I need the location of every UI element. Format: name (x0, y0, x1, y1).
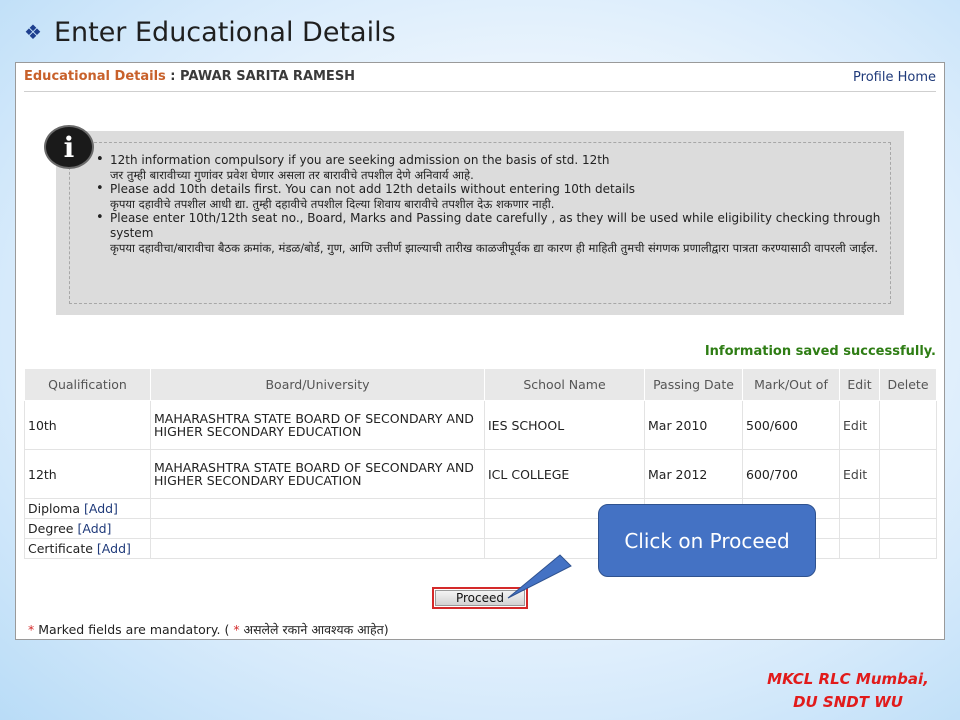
col-header-edit: Edit (839, 368, 880, 401)
info-text-mr: कृपया दहावीचा/बारावीचा बैठक क्रमांक, मंड… (110, 240, 879, 255)
col-header-school: School Name (484, 368, 645, 401)
info-text-en: Please enter 10th/12th seat no., Board, … (110, 211, 881, 240)
proceed-highlight: Proceed (432, 587, 528, 609)
cell-school: IES SCHOOL (484, 400, 645, 450)
success-message: Information saved successfully. (704, 344, 936, 359)
cell-delete (879, 400, 937, 450)
info-text-mr: जर तुम्ही बारावीच्या गुणांवर प्रवेश घेणा… (110, 167, 474, 182)
page-heading: Educational Details : PAWAR SARITA RAMES… (24, 69, 355, 84)
col-header-passing-date: Passing Date (644, 368, 743, 401)
add-row-label: Certificate (28, 541, 93, 556)
info-item: 12th information compulsory if you are s… (96, 153, 896, 182)
add-certificate-link[interactable]: [Add] (97, 541, 131, 556)
cell-qualification: 10th (24, 400, 151, 450)
table-row: 12th MAHARASHTRA STATE BOARD OF SECONDAR… (24, 449, 937, 499)
page-header: Educational Details : PAWAR SARITA RAMES… (24, 69, 936, 89)
col-header-qualification: Qualification (24, 368, 151, 401)
cell-qualification: 12th (24, 449, 151, 499)
diamond-bullet-icon: ❖ (24, 20, 42, 44)
slide-title: ❖ Enter Educational Details (24, 14, 396, 50)
add-diploma-link[interactable]: [Add] (84, 501, 118, 516)
profile-home-link[interactable]: Profile Home (853, 70, 936, 85)
info-text-mr: कृपया दहावीचे तपशील आधी द्या. तुम्ही दहा… (110, 196, 555, 211)
edit-link[interactable]: Edit (843, 418, 867, 433)
section-title: Educational Details (24, 69, 166, 84)
add-degree-link[interactable]: [Add] (77, 521, 111, 536)
separator: : (165, 69, 181, 84)
col-header-delete: Delete (879, 368, 937, 401)
cell-marks: 500/600 (742, 400, 840, 450)
cell-passing-date: Mar 2012 (644, 449, 743, 499)
cell-board: MAHARASHTRA STATE BOARD OF SECONDARY AND… (150, 400, 485, 450)
info-icon: i (44, 125, 94, 169)
slide-title-text: Enter Educational Details (53, 16, 396, 48)
add-row-label: Degree (28, 521, 74, 536)
edit-link[interactable]: Edit (843, 467, 867, 482)
info-text-en: Please add 10th details first. You can n… (110, 182, 636, 197)
student-name: PAWAR SARITA RAMESH (180, 69, 356, 84)
footer-line-1: MKCL RLC Mumbai, (767, 670, 929, 688)
info-list: 12th information compulsory if you are s… (96, 153, 896, 255)
cell-passing-date: Mar 2010 (644, 400, 743, 450)
info-item: Please add 10th details first. You can n… (96, 182, 896, 211)
info-text-en: 12th information compulsory if you are s… (110, 153, 610, 167)
table-header-row: Qualification Board/University School Na… (24, 368, 937, 401)
cell-marks: 600/700 (742, 449, 840, 499)
info-item: Please enter 10th/12th seat no., Board, … (96, 211, 896, 255)
header-divider (24, 91, 936, 92)
callout-bubble: Click on Proceed (598, 504, 816, 577)
mandatory-note: * Marked fields are mandatory. ( * असलेल… (28, 622, 389, 637)
footer-credit: MKCL RLC Mumbai, DU SNDT WU (738, 668, 958, 714)
cell-board: MAHARASHTRA STATE BOARD OF SECONDARY AND… (150, 449, 485, 499)
cell-delete (879, 449, 937, 499)
col-header-marks: Mark/Out of (742, 368, 840, 401)
col-header-board: Board/University (150, 368, 485, 401)
add-row-label: Diploma (28, 501, 80, 516)
table-row: 10th MAHARASHTRA STATE BOARD OF SECONDAR… (24, 400, 937, 450)
proceed-button[interactable]: Proceed (435, 590, 525, 606)
cell-school: ICL COLLEGE (484, 449, 645, 499)
footer-line-2: DU SNDT WU (793, 693, 903, 711)
